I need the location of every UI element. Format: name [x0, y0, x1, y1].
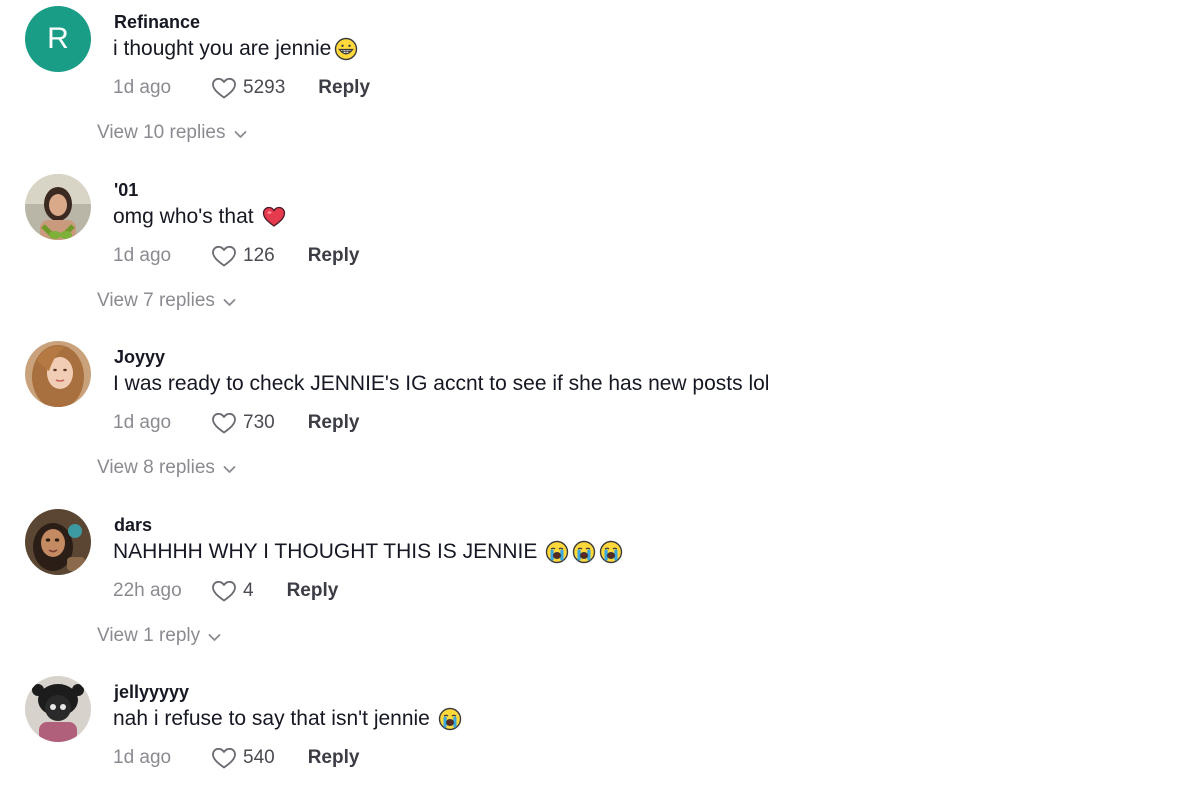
grinning-face-emoji-icon: [334, 37, 358, 61]
comment-list: R Refinance i thought you are jennie 1d …: [0, 0, 1200, 800]
like-button[interactable]: 5293: [211, 76, 285, 100]
comment-meta: 1d ago 730 Reply: [113, 411, 359, 435]
view-replies-link[interactable]: View 7 replies: [97, 290, 236, 312]
reply-button[interactable]: Reply: [318, 77, 370, 99]
heart-outline-icon[interactable]: [211, 76, 237, 100]
comment-text: nah i refuse to say that isn't jennie: [113, 707, 462, 731]
chevron-down-icon: [234, 130, 247, 139]
comment-username[interactable]: Refinance: [114, 12, 200, 33]
comment-item: '01 omg who's that 1d ago 126 Reply View…: [0, 168, 1200, 328]
loudly-crying-face-emoji-icon: [599, 540, 623, 564]
heart-outline-icon[interactable]: [211, 746, 237, 770]
comment-username[interactable]: dars: [114, 515, 152, 536]
comment-meta: 1d ago 126 Reply: [113, 244, 359, 268]
like-count: 126: [243, 245, 275, 266]
comment-item: dars NAHHHH WHY I THOUGHT THIS IS JENNIE…: [0, 503, 1200, 663]
loudly-crying-face-emoji-icon: [438, 707, 462, 731]
comment-text: i thought you are jennie: [113, 37, 358, 61]
comment-text: I was ready to check JENNIE's IG accnt t…: [113, 372, 769, 396]
like-button[interactable]: 730: [211, 411, 275, 435]
loudly-crying-face-emoji-icon: [545, 540, 569, 564]
comment-timestamp: 1d ago: [113, 245, 172, 266]
chevron-down-icon: [208, 633, 221, 642]
reply-button[interactable]: Reply: [308, 747, 360, 769]
comment-text-content: NAHHHH WHY I THOUGHT THIS IS JENNIE: [113, 540, 538, 563]
comment-item: jellyyyyy nah i refuse to say that isn't…: [0, 670, 1200, 800]
comment-text: omg who's that: [113, 205, 286, 229]
comment-item: Joyyy I was ready to check JENNIE's IG a…: [0, 335, 1200, 495]
avatar[interactable]: R: [25, 6, 91, 72]
comment-text-content: omg who's that: [113, 205, 254, 228]
reply-button[interactable]: Reply: [308, 412, 360, 434]
reply-button[interactable]: Reply: [287, 580, 339, 602]
comment-text-content: nah i refuse to say that isn't jennie: [113, 707, 430, 730]
view-replies-label: View 8 replies: [97, 457, 215, 478]
like-count: 540: [243, 747, 275, 768]
view-replies-link[interactable]: View 8 replies: [97, 457, 236, 479]
comment-item: R Refinance i thought you are jennie 1d …: [0, 0, 1200, 160]
comment-meta: 22h ago 4 Reply: [113, 579, 338, 603]
chevron-down-icon: [223, 298, 236, 307]
comment-username[interactable]: Joyyy: [114, 347, 165, 368]
like-button[interactable]: 4: [211, 579, 254, 603]
like-count: 5293: [243, 77, 286, 98]
chevron-down-icon: [223, 465, 236, 474]
comment-timestamp: 22h ago: [113, 580, 182, 601]
like-button[interactable]: 126: [211, 244, 275, 268]
comment-text-content: i thought you are jennie: [113, 37, 332, 60]
comment-text: NAHHHH WHY I THOUGHT THIS IS JENNIE: [113, 540, 623, 564]
comment-meta: 1d ago 540 Reply: [113, 746, 359, 770]
comment-timestamp: 1d ago: [113, 747, 172, 768]
like-button[interactable]: 540: [211, 746, 275, 770]
avatar[interactable]: [25, 174, 91, 240]
view-replies-label: View 1 reply: [97, 625, 201, 646]
comment-username[interactable]: '01: [114, 180, 138, 201]
avatar[interactable]: [25, 676, 91, 742]
like-count: 730: [243, 412, 275, 433]
loudly-crying-face-emoji-icon: [572, 540, 596, 564]
comment-timestamp: 1d ago: [113, 77, 172, 98]
heart-outline-icon[interactable]: [211, 579, 237, 603]
comment-username[interactable]: jellyyyyy: [114, 682, 189, 703]
comment-text-content: I was ready to check JENNIE's IG accnt t…: [113, 372, 770, 395]
view-replies-link[interactable]: View 10 replies: [97, 122, 247, 144]
heart-outline-icon[interactable]: [211, 244, 237, 268]
comment-timestamp: 1d ago: [113, 412, 172, 433]
reply-button[interactable]: Reply: [308, 245, 360, 267]
heart-outline-icon[interactable]: [211, 411, 237, 435]
view-replies-link[interactable]: View 1 reply: [97, 625, 221, 647]
avatar[interactable]: [25, 341, 91, 407]
view-replies-label: View 10 replies: [97, 122, 226, 143]
view-replies-label: View 7 replies: [97, 290, 215, 311]
red-heart-emoji-icon: [262, 205, 286, 229]
comment-meta: 1d ago 5293 Reply: [113, 76, 370, 100]
avatar[interactable]: [25, 509, 91, 575]
like-count: 4: [243, 580, 254, 601]
